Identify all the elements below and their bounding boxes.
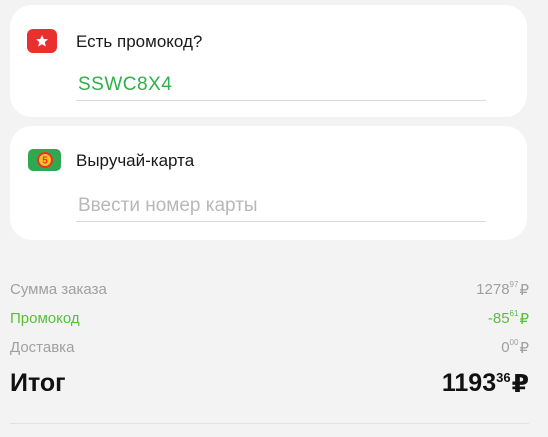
currency-sign: ₽ xyxy=(519,310,529,328)
promo-int: -85 xyxy=(487,309,510,327)
loyalty-card: 5 Выручай-карта xyxy=(10,126,527,240)
promo-label: Промокод xyxy=(10,310,80,327)
order-sum-amount: 1278 97 ₽ xyxy=(476,279,529,299)
order-sum-label: Сумма заказа xyxy=(10,281,107,298)
promo-frac: 61 xyxy=(509,308,519,318)
currency-sign: ₽ xyxy=(519,281,529,299)
loyalty-card-number-input[interactable] xyxy=(76,190,486,222)
checkout-summary: Есть промокод? 5 Выручай-карта Сумма зак… xyxy=(0,0,548,437)
order-summary: Сумма заказа 1278 97 ₽ Промокод -85 61 ₽ Дос… xyxy=(10,275,529,362)
promo-row: Промокод -85 61 ₽ xyxy=(10,304,529,333)
loyalty-title: Выручай-карта xyxy=(76,151,195,170)
total-label: Итог xyxy=(10,369,66,397)
promo-title: Есть промокод? xyxy=(76,32,203,51)
total-frac: 36 xyxy=(496,370,511,385)
promo-ticket-icon xyxy=(27,29,57,53)
total-row: Итог 1193 36 ₽ xyxy=(10,369,529,399)
total-int: 1193 xyxy=(441,369,497,397)
order-sum-frac: 97 xyxy=(509,279,519,289)
order-sum-int: 1278 xyxy=(476,280,510,298)
loyalty-card-icon: 5 xyxy=(28,149,61,171)
promo-code-input[interactable] xyxy=(76,69,486,101)
delivery-amount: 0 00 ₽ xyxy=(501,337,529,357)
delivery-label: Доставка xyxy=(10,339,75,356)
svg-text:5: 5 xyxy=(42,156,48,167)
order-sum-row: Сумма заказа 1278 97 ₽ xyxy=(10,275,529,304)
delivery-row: Доставка 0 00 ₽ xyxy=(10,333,529,362)
divider xyxy=(10,423,529,424)
total-amount: 1193 36 ₽ xyxy=(442,369,529,399)
currency-sign: ₽ xyxy=(511,370,529,398)
promo-amount: -85 61 ₽ xyxy=(487,308,529,328)
currency-sign: ₽ xyxy=(519,339,529,357)
delivery-int: 0 xyxy=(501,338,510,356)
delivery-frac: 00 xyxy=(509,337,519,347)
promo-card: Есть промокод? xyxy=(10,5,527,117)
